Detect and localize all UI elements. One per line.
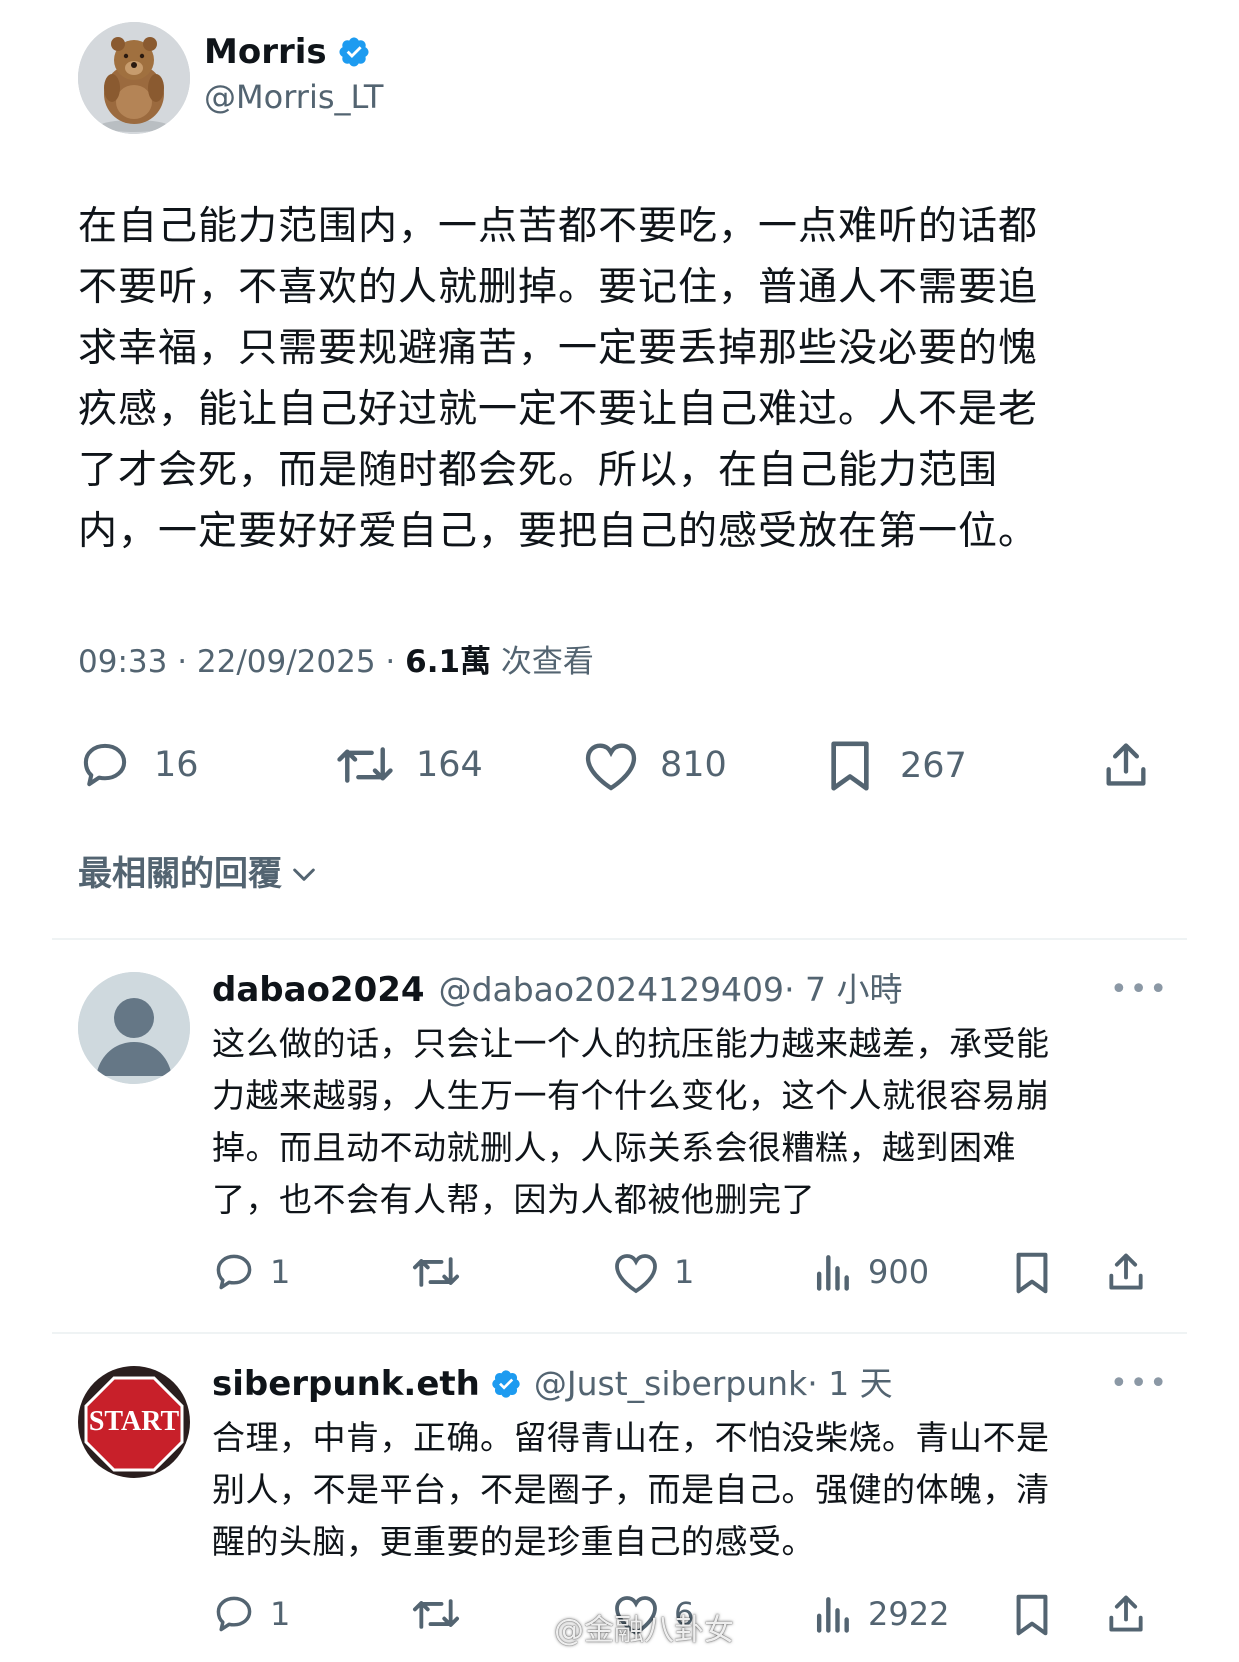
reply-text: 合理，中肯，正确。留得青山在，不怕没柴烧。青山不是 别人，不是平台，不是圈子，而…: [212, 1412, 1172, 1568]
reply-reply-action[interactable]: 1: [212, 1250, 290, 1294]
reply-text-line: 掉。而且动不动就删人，人际关系会很糟糕，越到困难: [212, 1128, 1016, 1167]
author-avatar[interactable]: [78, 22, 190, 134]
share-icon: [1109, 1595, 1143, 1632]
reply-share-action[interactable]: [1104, 1250, 1148, 1294]
heart-icon: [585, 743, 637, 791]
share-icon: [1106, 743, 1146, 786]
divider: [52, 938, 1187, 940]
reply-bookmark-action[interactable]: [1012, 1592, 1052, 1638]
reply-header: dabao2024 @dabao2024129409 · 7 小時: [212, 970, 903, 1010]
reply-sort-dropdown[interactable]: 最相關的回覆: [78, 852, 320, 896]
reply-author-name[interactable]: siberpunk.eth: [212, 1364, 480, 1404]
tweet-text-line: 在自己能力范围内，一点苦都不要吃，一点难听的话都: [78, 204, 1039, 249]
bookmark-count: 267: [900, 746, 967, 786]
reply-icon: [216, 1596, 252, 1632]
author-name-row[interactable]: Morris: [204, 32, 371, 72]
watermark: @金融八卦女: [500, 1612, 734, 1650]
reply-view-count: 2922: [868, 1595, 950, 1633]
reply-text: 这么做的话，只会让一个人的抗压能力越来越差，承受能 力越来越弱，人生万一有个什么…: [212, 1018, 1172, 1226]
watermark-text: @金融八卦女: [554, 1613, 734, 1648]
retweet-icon: [337, 747, 393, 783]
tweet-meta: 09:33 · 22/09/2025 · 6.1萬 次查看: [78, 642, 594, 682]
reply-text-line: 合理，中肯，正确。留得青山在，不怕没柴烧。青山不是: [212, 1418, 1050, 1457]
retweet-icon: [412, 1599, 460, 1629]
author-name[interactable]: Morris: [204, 32, 327, 72]
reply-sort-label: 最相關的回覆: [78, 854, 282, 894]
more-options-icon[interactable]: •••: [1110, 1366, 1169, 1401]
tweet-timestamp[interactable]: 09:33 · 22/09/2025 ·: [78, 644, 405, 680]
reply-time[interactable]: · 7 小時: [784, 970, 902, 1010]
reply-reply-count: 1: [270, 1253, 291, 1291]
like-action[interactable]: 810: [582, 738, 727, 792]
retweet-action[interactable]: 164: [334, 738, 483, 792]
reply-retweet-action[interactable]: [410, 1250, 462, 1294]
bear-avatar-icon: [78, 22, 190, 134]
tweet-text-line: 了才会死，而是随时都会死。所以，在自己能力范围: [78, 448, 999, 493]
share-action[interactable]: [1100, 738, 1152, 792]
tweet-text-line: 内，一定要好好爱自己，要把自己的感受放在第一位。: [78, 509, 1039, 554]
tweet-text-line: 不要听，不喜欢的人就删掉。要记住，普通人不需要追: [78, 265, 1039, 310]
reply-icon: [83, 743, 127, 787]
views-chart-icon: [816, 1255, 849, 1291]
reply-text-line: 这么做的话，只会让一个人的抗压能力越来越差，承受能: [212, 1024, 1050, 1063]
reply-like-count: 1: [674, 1253, 695, 1291]
default-user-avatar-icon: [78, 972, 190, 1084]
tweet-view-label: 次查看: [491, 644, 594, 680]
reply-author-name[interactable]: dabao2024: [212, 970, 425, 1010]
like-count: 810: [660, 745, 727, 785]
reply-icon: [216, 1254, 252, 1290]
share-icon: [1109, 1253, 1143, 1290]
bookmark-icon: [831, 741, 869, 791]
divider: [52, 1332, 1187, 1334]
reply-retweet-action[interactable]: [410, 1592, 462, 1636]
chevron-down-icon: [293, 868, 315, 881]
views-chart-icon: [816, 1597, 849, 1633]
reply-share-action[interactable]: [1104, 1592, 1148, 1636]
reply-action[interactable]: 16: [78, 738, 199, 792]
weibo-logo-icon: [502, 1616, 543, 1647]
tweet-text: 在自己能力范围内，一点苦都不要吃，一点难听的话都 不要听，不喜欢的人就删掉。要记…: [78, 196, 1158, 562]
reply-text-line: 别人，不是平台，不是圈子，而是自己。强健的体魄，清: [212, 1470, 1050, 1509]
reply-view-count: 900: [868, 1253, 930, 1291]
start-sign-avatar-icon: START: [78, 1366, 190, 1478]
reply-views-action[interactable]: 900: [812, 1250, 929, 1294]
reply-author-handle[interactable]: @dabao2024129409: [439, 970, 785, 1010]
reply-views-action[interactable]: 2922: [812, 1592, 949, 1636]
reply-reply-action[interactable]: 1: [212, 1592, 290, 1636]
tweet-text-line: 求幸福，只需要规避痛苦，一定要丢掉那些没必要的愧: [78, 326, 1039, 371]
author-handle[interactable]: @Morris_LT: [204, 78, 383, 116]
verified-badge-icon: [337, 35, 371, 69]
retweet-count: 164: [416, 745, 483, 785]
more-options-icon[interactable]: •••: [1110, 972, 1169, 1007]
reply-avatar[interactable]: [78, 972, 190, 1084]
bookmark-icon: [1016, 1252, 1048, 1294]
retweet-icon: [412, 1257, 460, 1287]
reply-header: siberpunk.eth @Just_siberpunk · 1 天: [212, 1364, 893, 1404]
heart-icon: [615, 1254, 657, 1294]
reply-author-handle[interactable]: @Just_siberpunk: [534, 1364, 807, 1404]
reply-time[interactable]: · 1 天: [807, 1364, 892, 1404]
bookmark-action[interactable]: 267: [826, 738, 967, 794]
tweet-text-line: 疚感，能让自己好过就一定不要让自己难过。人不是老: [78, 387, 1039, 432]
tweet-view-count: 6.1萬: [405, 644, 492, 680]
reply-count: 16: [154, 745, 199, 785]
reply-text-line: 力越来越弱，人生万一有个什么变化，这个人就很容易崩: [212, 1076, 1050, 1115]
reply-like-action[interactable]: 1: [612, 1250, 694, 1294]
reply-avatar[interactable]: START: [78, 1366, 190, 1478]
reply-text-line: 醒的头脑，更重要的是珍重自己的感受。: [212, 1522, 815, 1561]
reply-bookmark-action[interactable]: [1012, 1250, 1052, 1296]
reply-reply-count: 1: [270, 1595, 291, 1633]
reply-text-line: 了，也不会有人帮，因为人都被他删完了: [212, 1180, 815, 1219]
avatar-sign-text: START: [89, 1406, 180, 1437]
bookmark-icon: [1016, 1594, 1048, 1636]
verified-badge-icon: [490, 1368, 522, 1400]
